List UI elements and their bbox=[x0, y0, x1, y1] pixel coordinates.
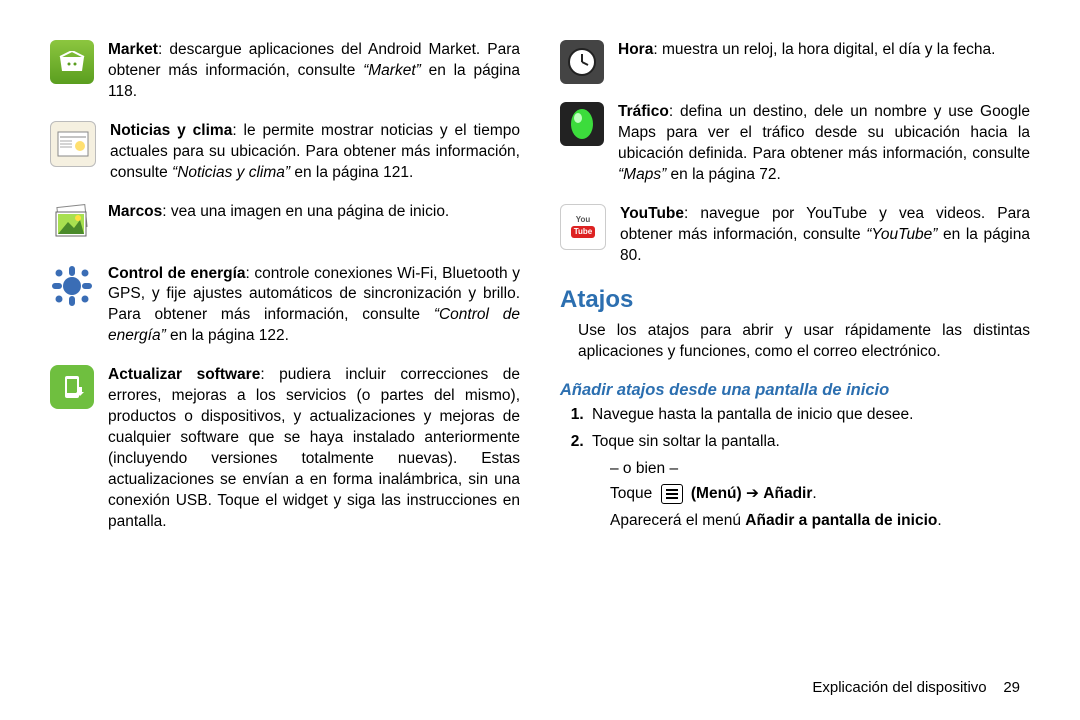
section-heading: Atajos bbox=[560, 284, 1030, 316]
entry-text: Control de energía: controle conexiones … bbox=[108, 264, 520, 348]
section-intro: Use los atajos para abrir y usar rápidam… bbox=[578, 321, 1030, 363]
widget-entry: Actualizar software: pudiera incluir cor… bbox=[50, 365, 520, 532]
footer-page: 29 bbox=[1003, 679, 1020, 696]
page-footer: Explicación del dispositivo 29 bbox=[812, 678, 1020, 698]
widget-entry: Marcos: vea una imagen en una página de … bbox=[50, 202, 520, 246]
entry-text: YouTube: navegue por YouTube y vea video… bbox=[620, 204, 1030, 267]
widget-entry: Control de energía: controle conexiones … bbox=[50, 264, 520, 348]
menu-key-icon bbox=[661, 484, 683, 504]
touch-line: Toque (Menú) ➔ Añadir. bbox=[610, 484, 1030, 505]
news-weather-icon bbox=[50, 121, 96, 167]
manual-page: Market: descargue aplicaciones del Andro… bbox=[0, 0, 1080, 720]
power-control-icon bbox=[50, 264, 94, 308]
result-line: Aparecerá el menú Añadir a pantalla de i… bbox=[610, 511, 1030, 532]
left-column: Market: descargue aplicaciones del Andro… bbox=[50, 40, 520, 700]
entry-title: Marcos bbox=[108, 203, 162, 220]
entry-title: Actualizar software bbox=[108, 366, 260, 383]
widget-entry: Noticias y clima: le permite mostrar not… bbox=[50, 121, 520, 184]
entry-text: Marcos: vea una imagen en una página de … bbox=[108, 202, 520, 223]
traffic-icon bbox=[560, 102, 604, 146]
entry-title: Control de energía bbox=[108, 265, 246, 282]
entry-title: YouTube bbox=[620, 205, 684, 222]
subsection-heading: Añadir atajos desde una pantalla de inic… bbox=[560, 379, 1030, 401]
entry-text: Hora: muestra un reloj, la hora digital,… bbox=[618, 40, 1030, 61]
entry-text: Market: descargue aplicaciones del Andro… bbox=[108, 40, 520, 103]
widget-entry: Hora: muestra un reloj, la hora digital,… bbox=[560, 40, 1030, 84]
entry-text: Noticias y clima: le permite mostrar not… bbox=[110, 121, 520, 184]
entry-text: Actualizar software: pudiera incluir cor… bbox=[108, 365, 520, 532]
entry-title: Noticias y clima bbox=[110, 122, 232, 139]
step-item: Navegue hasta la pantalla de inicio que … bbox=[588, 405, 1030, 426]
widget-entry: You Tube YouTube: navegue por YouTube y … bbox=[560, 204, 1030, 267]
entry-title: Market bbox=[108, 41, 158, 58]
steps-list: Navegue hasta la pantalla de inicio que … bbox=[588, 405, 1030, 453]
right-column: Hora: muestra un reloj, la hora digital,… bbox=[560, 40, 1030, 700]
entry-title: Hora bbox=[618, 41, 653, 58]
or-line: – o bien – bbox=[610, 459, 1030, 480]
youtube-icon: You Tube bbox=[560, 204, 606, 250]
footer-chapter: Explicación del dispositivo bbox=[812, 679, 986, 696]
software-update-icon bbox=[50, 365, 94, 409]
widget-entry: Tráfico: defina un destino, dele un nomb… bbox=[560, 102, 1030, 186]
market-icon bbox=[50, 40, 94, 84]
step-item: Toque sin soltar la pantalla. bbox=[588, 432, 1030, 453]
entry-title: Tráfico bbox=[618, 103, 669, 120]
clock-icon bbox=[560, 40, 604, 84]
widget-entry: Market: descargue aplicaciones del Andro… bbox=[50, 40, 520, 103]
entry-text: Tráfico: defina un destino, dele un nomb… bbox=[618, 102, 1030, 186]
picture-frames-icon bbox=[50, 202, 94, 246]
